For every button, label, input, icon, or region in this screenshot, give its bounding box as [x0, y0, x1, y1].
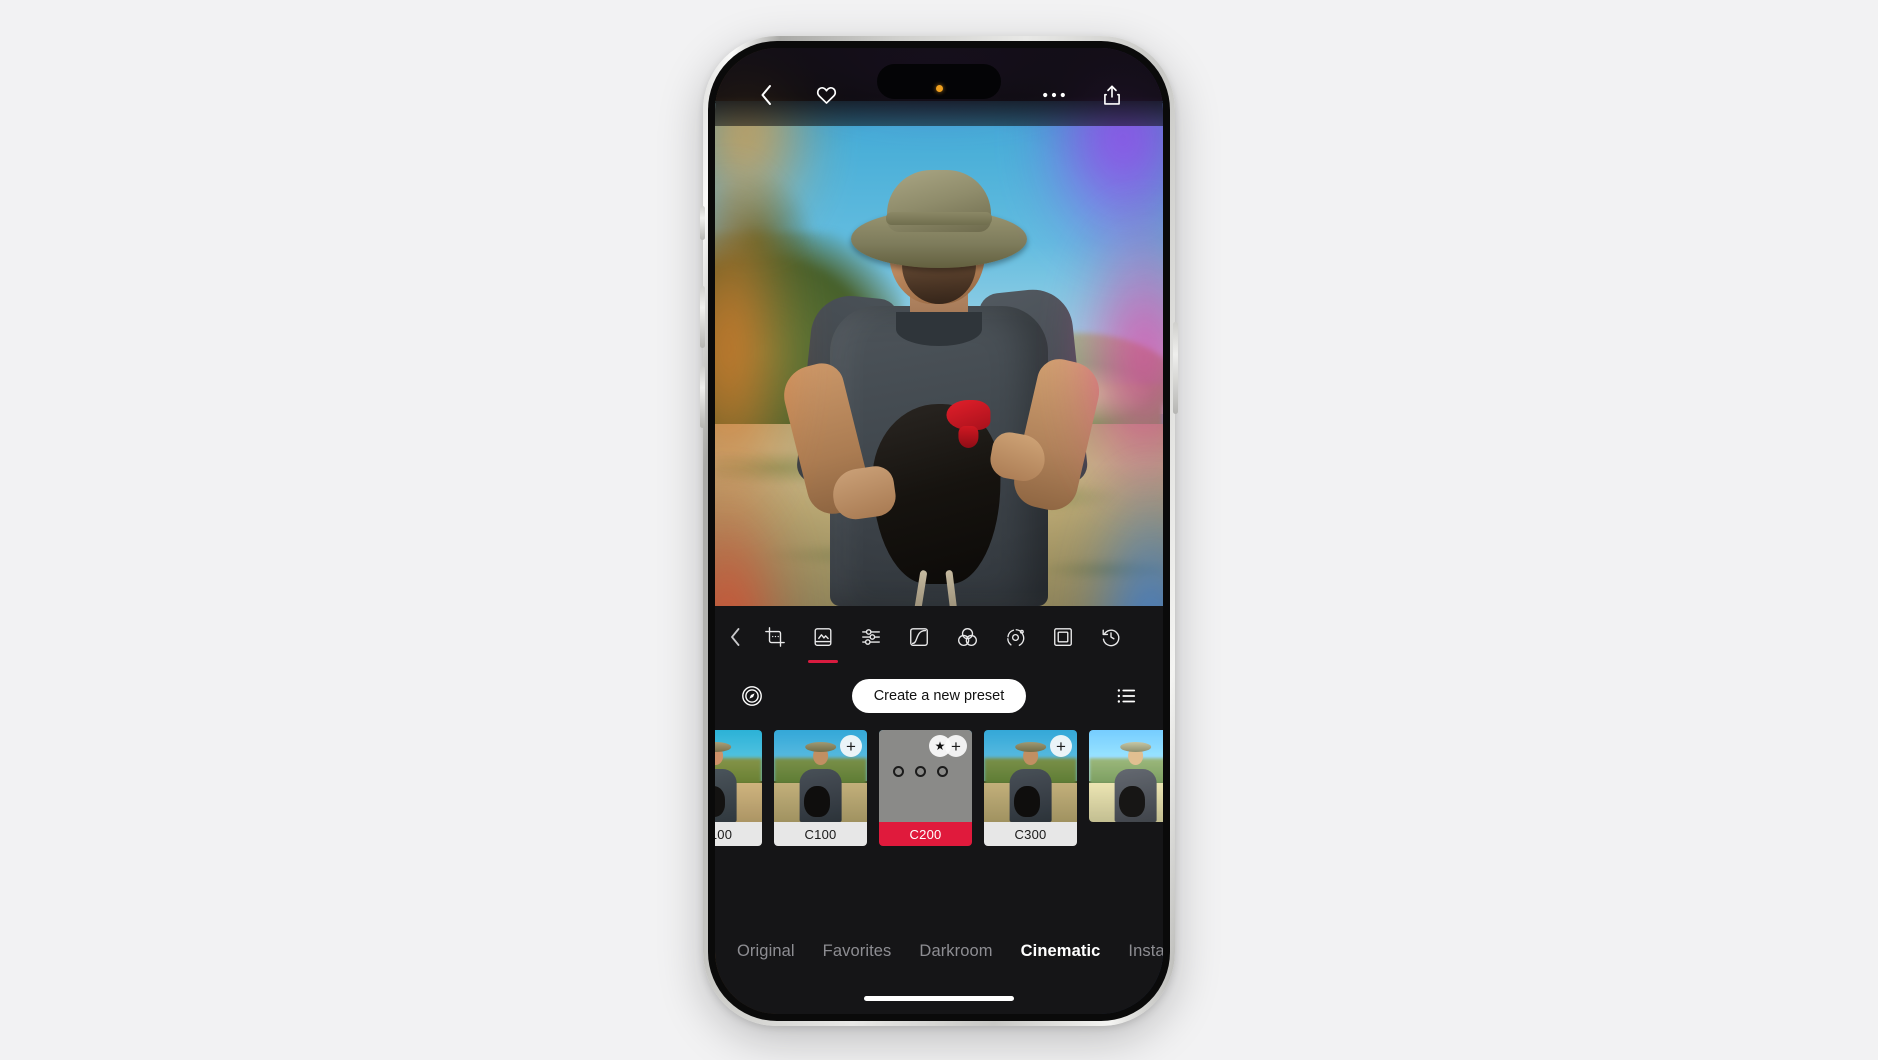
preset-preview-image: ★ +: [879, 730, 972, 822]
preset-preview-image: [715, 730, 762, 822]
tool-color-mix[interactable]: [943, 611, 991, 663]
phone-screen: Create a new preset 00 + C100 ★ + C200 +…: [715, 48, 1163, 1014]
loading-dot: [893, 766, 904, 777]
add-preset-icon[interactable]: +: [840, 735, 862, 757]
screenshot-root: Create a new preset 00 + C100 ★ + C200 +…: [0, 0, 1878, 1060]
create-preset-wrap: Create a new preset: [777, 679, 1101, 713]
heart-icon[interactable]: [809, 78, 843, 112]
dynamic-island: [877, 64, 1001, 99]
preset-thumbnail-m100[interactable]: M100: [715, 730, 762, 846]
preset-thumbnail-c300[interactable]: + C300: [984, 730, 1077, 846]
tab-darkroom[interactable]: Darkroom: [919, 942, 992, 961]
preset-thumbnail-c200[interactable]: ★ + C200: [879, 730, 972, 846]
loading-dot: [915, 766, 926, 777]
edited-photo: [715, 101, 1163, 606]
preset-preview-image: +: [984, 730, 1077, 822]
preset-label: M100: [715, 822, 762, 846]
tool-crop[interactable]: [751, 611, 799, 663]
back-icon[interactable]: [749, 78, 783, 112]
power-button[interactable]: [1173, 322, 1178, 414]
add-preset-icon[interactable]: +: [1050, 735, 1072, 757]
toolbar-collapse-chevron-icon[interactable]: [719, 611, 751, 663]
home-indicator[interactable]: [864, 996, 1014, 1001]
tool-frame[interactable]: [1039, 611, 1087, 663]
tool-curves[interactable]: [895, 611, 943, 663]
tab-instant[interactable]: Instant: [1128, 942, 1163, 961]
subject-hat-band: [886, 212, 992, 225]
subject-collar: [896, 312, 982, 346]
tool-history[interactable]: [1087, 611, 1135, 663]
loading-dot: [937, 766, 948, 777]
volume-down-button[interactable]: [700, 366, 705, 428]
preset-label: C300: [984, 822, 1077, 846]
preset-label: C200: [879, 822, 972, 846]
privacy-indicator-dot: [935, 85, 943, 92]
preset-action-bar: Create a new preset: [715, 668, 1163, 724]
mini-photo: [1089, 730, 1163, 822]
preset-thumbnail-strip[interactable]: M100 + C100: [715, 724, 1163, 852]
mini-photo: [715, 730, 762, 822]
tab-original[interactable]: Original: [737, 942, 795, 961]
photo-canvas[interactable]: [715, 101, 1163, 606]
chicken-leg: [912, 569, 928, 606]
more-options-icon[interactable]: [1037, 78, 1071, 112]
preset-thumbnail-c100[interactable]: + C100: [774, 730, 867, 846]
create-new-preset-button[interactable]: Create a new preset: [851, 679, 1027, 713]
chicken-leg: [945, 569, 959, 606]
tab-favorites[interactable]: Favorites: [823, 942, 892, 961]
preset-preview-image: [1089, 730, 1163, 822]
editor-toolbar: [715, 606, 1163, 668]
phone-device: Create a new preset 00 + C100 ★ + C200 +…: [700, 36, 1178, 1026]
add-preset-icon[interactable]: +: [945, 735, 967, 757]
preset-label: C100: [774, 822, 867, 846]
tab-cinematic[interactable]: Cinematic: [1021, 942, 1101, 961]
photo-subject: [777, 136, 1106, 606]
share-icon[interactable]: [1095, 78, 1129, 112]
action-button[interactable]: [700, 206, 705, 240]
compass-icon[interactable]: [737, 681, 767, 711]
list-icon[interactable]: [1111, 681, 1141, 711]
editor-panel: Create a new preset 00 + C100 ★ + C200 +…: [715, 606, 1163, 1014]
tool-presets[interactable]: [799, 611, 847, 663]
volume-up-button[interactable]: [700, 286, 705, 348]
preset-category-tabs[interactable]: Original Favorites Darkroom Cinematic In…: [715, 934, 1163, 968]
tool-light[interactable]: [847, 611, 895, 663]
preset-thumbnail-next-partial[interactable]: [1089, 730, 1163, 822]
chicken-wattle: [958, 426, 979, 448]
screen-content: Create a new preset 00 + C100 ★ + C200 +…: [715, 48, 1163, 1014]
preset-preview-image: +: [774, 730, 867, 822]
tool-effects[interactable]: [991, 611, 1039, 663]
chicken-legs: [906, 569, 980, 606]
